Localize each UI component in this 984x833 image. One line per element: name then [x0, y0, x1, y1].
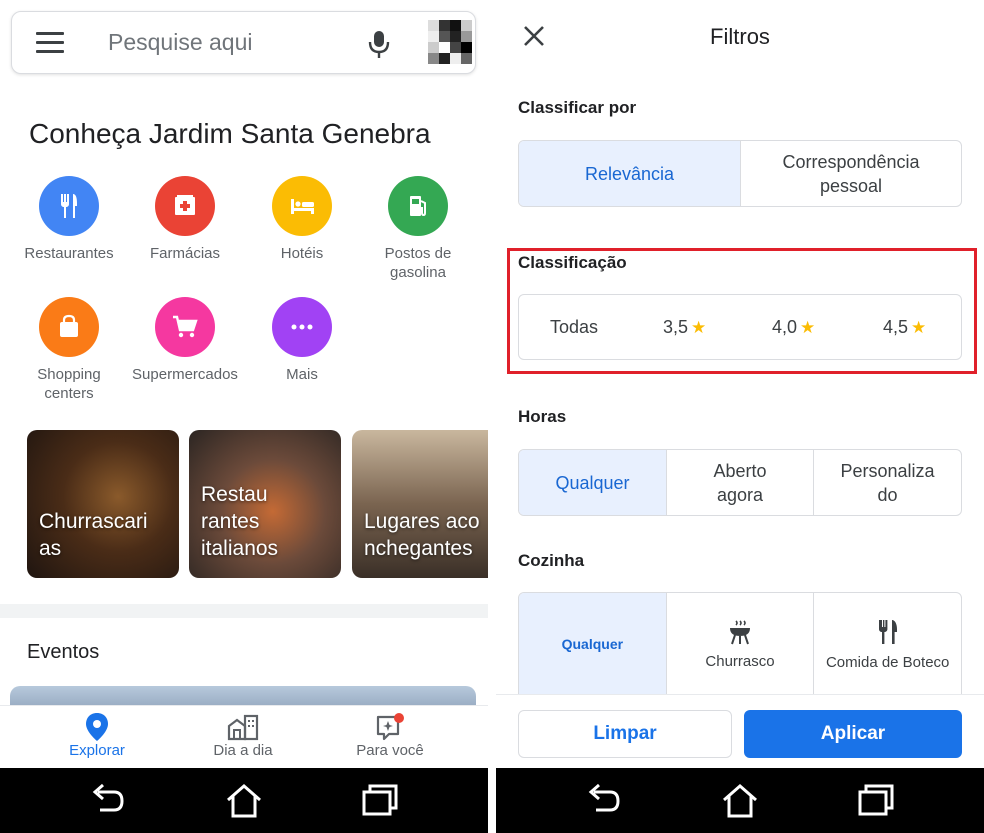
filters-screen: Filtros Classificar por Relevância Corre… — [496, 0, 984, 833]
category-supermercados[interactable]: Supermercados — [127, 297, 243, 384]
recents-icon[interactable] — [856, 782, 896, 818]
clear-button[interactable]: Limpar — [518, 710, 732, 758]
hours-heading: Horas — [518, 407, 567, 426]
more-icon — [272, 297, 332, 357]
card-churrascarias[interactable]: Churrascari as — [27, 430, 179, 578]
sort-option-relevancia[interactable]: Relevância — [519, 141, 740, 206]
cuisine-option-churrasco[interactable]: Churrasco — [665, 593, 814, 695]
nav-para-voce[interactable]: Para você — [310, 706, 470, 769]
events-heading: Eventos — [27, 641, 100, 663]
hours-option-aberto-agora[interactable]: Aberto agora — [666, 450, 813, 515]
category-postos-gasolina[interactable]: Postos de gasolina — [360, 176, 476, 282]
hours-option-personalizado[interactable]: Personaliza do — [813, 450, 961, 515]
cart-icon — [155, 297, 215, 357]
category-farmacias[interactable]: Farmácias — [127, 176, 243, 263]
filter-actions: Limpar Aplicar — [496, 694, 984, 768]
cuisine-heading: Cozinha — [518, 551, 585, 570]
home-icon[interactable] — [224, 782, 264, 820]
android-navigation-bar — [0, 768, 488, 833]
location-pin-icon — [86, 713, 108, 741]
recents-icon[interactable] — [360, 782, 400, 818]
shopping-bag-icon — [39, 297, 99, 357]
menu-icon[interactable] — [36, 32, 64, 54]
for-you-icon — [376, 713, 404, 741]
home-icon[interactable] — [720, 782, 760, 820]
page-title: Conheça Jardim Santa Genebra — [29, 118, 431, 149]
category-shopping-centers[interactable]: Shopping centers — [11, 297, 127, 403]
pharmacy-icon — [155, 176, 215, 236]
section-divider — [0, 604, 488, 618]
sort-selector: Relevância Correspondência pessoal — [518, 140, 962, 207]
cuisine-selector: Qualquer Churrasco Comida de Boteco — [518, 592, 962, 696]
hours-selector: Qualquer Aberto agora Personaliza do — [518, 449, 962, 516]
highlight-box — [507, 248, 977, 374]
sort-option-correspondencia[interactable]: Correspondência pessoal — [740, 141, 961, 206]
maps-explore-screen: Pesquise aqui Conheça Jardim Santa Geneb… — [0, 0, 488, 833]
commute-icon — [227, 714, 259, 741]
microphone-icon[interactable] — [364, 28, 394, 60]
cuisine-option-comida-de-boteco[interactable]: Comida de Boteco — [813, 593, 961, 695]
bed-icon — [272, 176, 332, 236]
avatar[interactable] — [428, 20, 472, 64]
fork-knife-icon — [878, 619, 897, 644]
category-restaurantes[interactable]: Restaurantes — [11, 176, 127, 263]
card-lugares-aconchegantes[interactable]: Lugares aco nchegantes — [352, 430, 488, 578]
android-navigation-bar — [496, 768, 984, 833]
gas-station-icon — [388, 176, 448, 236]
bottom-navigation: Explorar Dia a dia Para você — [0, 705, 488, 768]
nav-explorar[interactable]: Explorar — [17, 706, 177, 769]
fork-knife-icon — [39, 176, 99, 236]
apply-button[interactable]: Aplicar — [744, 710, 962, 758]
page-title: Filtros — [710, 24, 770, 49]
card-restaurantes-italianos[interactable]: Restau rantes italianos — [189, 430, 341, 578]
back-icon[interactable] — [88, 782, 128, 818]
nav-dia-a-dia[interactable]: Dia a dia — [163, 706, 323, 769]
cuisine-option-qualquer[interactable]: Qualquer — [519, 593, 666, 695]
hours-option-qualquer[interactable]: Qualquer — [519, 450, 666, 515]
back-icon[interactable] — [584, 782, 624, 818]
search-bar[interactable]: Pesquise aqui — [11, 11, 476, 74]
search-input[interactable]: Pesquise aqui — [108, 29, 253, 56]
screen-divider — [488, 0, 496, 833]
grill-icon — [730, 619, 750, 644]
category-mais[interactable]: Mais — [244, 297, 360, 384]
sort-heading: Classificar por — [518, 98, 637, 117]
category-hoteis[interactable]: Hotéis — [244, 176, 360, 263]
